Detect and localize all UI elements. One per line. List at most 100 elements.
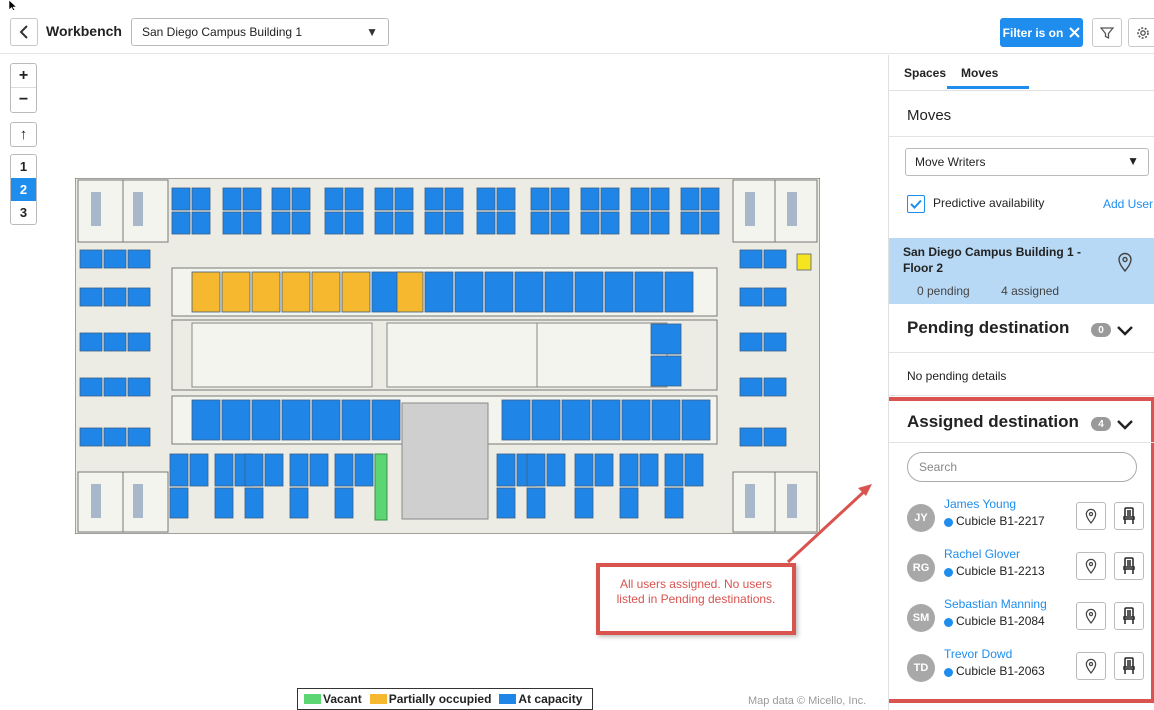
cubicle-space[interactable]	[600, 187, 620, 211]
cubicle-space[interactable]	[680, 187, 700, 211]
cubicle-space[interactable]	[763, 332, 787, 352]
cubicle-space[interactable]	[424, 211, 444, 235]
cubicle-space[interactable]	[739, 249, 763, 269]
cubicle-space[interactable]	[169, 453, 189, 487]
locate-user-button[interactable]	[1076, 602, 1106, 630]
group-select[interactable]: Move Writers ▼	[905, 148, 1149, 176]
cubicle-space[interactable]	[103, 332, 127, 352]
cubicle-space[interactable]	[281, 271, 311, 313]
cubicle-space[interactable]	[311, 271, 341, 313]
cubicle-space[interactable]	[700, 211, 720, 235]
chevron-down-icon[interactable]	[1116, 325, 1134, 337]
cubicle-space[interactable]	[501, 399, 531, 441]
cubicle-space[interactable]	[291, 211, 311, 235]
building-select[interactable]: San Diego Campus Building 1 ▼	[131, 18, 389, 46]
move-seat-button[interactable]	[1114, 602, 1144, 630]
cubicle-space[interactable]	[103, 427, 127, 447]
cubicle-space[interactable]	[484, 271, 514, 313]
cubicle-space[interactable]	[191, 187, 211, 211]
cubicle-space[interactable]	[681, 399, 711, 441]
cubicle-space[interactable]	[591, 399, 621, 441]
cubicle-space[interactable]	[103, 377, 127, 397]
cubicle-space[interactable]	[526, 453, 546, 487]
cubicle-space[interactable]	[650, 323, 682, 355]
cubicle-space[interactable]	[221, 399, 251, 441]
cubicle-space[interactable]	[264, 453, 284, 487]
cubicle-space[interactable]	[244, 453, 264, 487]
tab-moves[interactable]: Moves	[961, 66, 998, 80]
cubicle-space[interactable]	[604, 271, 634, 313]
chevron-down-icon[interactable]	[1116, 419, 1134, 431]
cubicle-space[interactable]	[530, 211, 550, 235]
cubicle-space[interactable]	[344, 187, 364, 211]
cubicle-space[interactable]	[763, 287, 787, 307]
floor-button-2[interactable]: 2	[11, 178, 36, 201]
cubicle-space[interactable]	[309, 453, 329, 487]
floor-plan[interactable]	[75, 178, 820, 534]
move-seat-button[interactable]	[1114, 552, 1144, 580]
user-name-link[interactable]: Sebastian Manning	[944, 597, 1047, 611]
cubicle-space[interactable]	[191, 271, 221, 313]
cubicle-space[interactable]	[739, 332, 763, 352]
cubicle-space[interactable]	[251, 271, 281, 313]
cubicle-space[interactable]	[334, 487, 354, 519]
cubicle-space[interactable]	[354, 453, 374, 487]
cubicle-space[interactable]	[444, 187, 464, 211]
cubicle-space[interactable]	[651, 399, 681, 441]
cubicle-space[interactable]	[763, 249, 787, 269]
cubicle-space[interactable]	[531, 399, 561, 441]
cubicle-space[interactable]	[444, 211, 464, 235]
cubicle-space[interactable]	[341, 271, 371, 313]
cubicle-space[interactable]	[171, 187, 191, 211]
cubicle-space[interactable]	[214, 453, 234, 487]
cubicle-space[interactable]	[680, 211, 700, 235]
cubicle-space[interactable]	[550, 187, 570, 211]
cubicle-space[interactable]	[79, 377, 103, 397]
cubicle-space[interactable]	[127, 427, 151, 447]
cubicle-space[interactable]	[289, 453, 309, 487]
cubicle-space[interactable]	[127, 287, 151, 307]
zoom-out-button[interactable]: −	[11, 88, 36, 112]
cubicle-space[interactable]	[289, 487, 309, 519]
settings-button[interactable]	[1128, 18, 1154, 47]
cubicle-space[interactable]	[394, 211, 414, 235]
cubicle-space[interactable]	[169, 487, 189, 519]
cubicle-space[interactable]	[639, 453, 659, 487]
cubicle-space[interactable]	[222, 211, 242, 235]
cubicle-space[interactable]	[684, 453, 704, 487]
predictive-availability-checkbox[interactable]	[907, 195, 925, 213]
cubicle-space[interactable]	[103, 287, 127, 307]
cubicle-space[interactable]	[496, 487, 516, 519]
cubicle-space[interactable]	[574, 453, 594, 487]
cubicle-space[interactable]	[103, 249, 127, 269]
cubicle-space[interactable]	[214, 487, 234, 519]
cubicle-space[interactable]	[424, 187, 444, 211]
cubicle-space[interactable]	[630, 187, 650, 211]
filter-button[interactable]	[1092, 18, 1122, 47]
cubicle-space[interactable]	[574, 271, 604, 313]
cubicle-space[interactable]	[371, 271, 401, 313]
cubicle-space[interactable]	[546, 453, 566, 487]
cubicle-space[interactable]	[127, 249, 151, 269]
cubicle-space[interactable]	[739, 287, 763, 307]
cubicle-space[interactable]	[324, 187, 344, 211]
move-seat-button[interactable]	[1114, 502, 1144, 530]
cubicle-space[interactable]	[650, 187, 670, 211]
cubicle-space[interactable]	[374, 211, 394, 235]
user-name-link[interactable]: James Young	[944, 497, 1016, 511]
cubicle-space[interactable]	[79, 427, 103, 447]
cubicle-space[interactable]	[514, 271, 544, 313]
cubicle-space[interactable]	[189, 453, 209, 487]
add-user-link[interactable]: Add User	[1103, 197, 1153, 211]
cubicle-space[interactable]	[341, 399, 371, 441]
cubicle-space[interactable]	[271, 211, 291, 235]
cubicle-space[interactable]	[374, 187, 394, 211]
locate-user-button[interactable]	[1076, 502, 1106, 530]
cubicle-space[interactable]	[251, 399, 281, 441]
cubicle-space[interactable]	[127, 377, 151, 397]
cubicle-space[interactable]	[454, 271, 484, 313]
user-name-link[interactable]: Trevor Dowd	[944, 647, 1012, 661]
cubicle-space[interactable]	[630, 211, 650, 235]
cubicle-space[interactable]	[619, 453, 639, 487]
cubicle-space[interactable]	[221, 271, 251, 313]
